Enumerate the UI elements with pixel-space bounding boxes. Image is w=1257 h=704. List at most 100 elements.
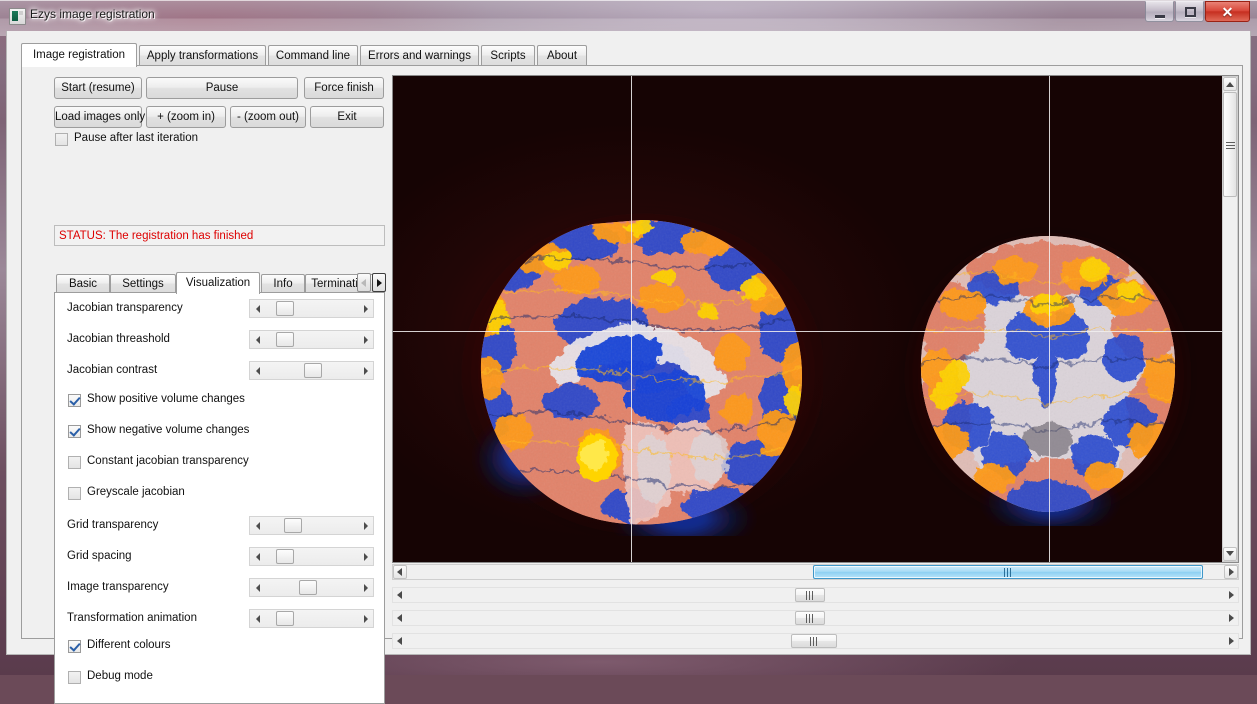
- force-finish-button[interactable]: Force finish: [304, 77, 384, 99]
- scroll-left-button-2[interactable]: [393, 588, 407, 602]
- triangle-left-icon: [397, 637, 402, 645]
- scroll-right-button-2[interactable]: [1224, 588, 1238, 602]
- slider-jacobian-contrast[interactable]: [249, 361, 374, 380]
- scroll-left-button-1[interactable]: [393, 565, 407, 579]
- main-tab-apply-transformations[interactable]: Apply transformations: [139, 45, 266, 66]
- scroll-right-button-3[interactable]: [1224, 611, 1238, 625]
- checkbox-label: Constant jacobian transparency: [87, 455, 249, 467]
- minimize-button[interactable]: [1145, 1, 1174, 22]
- scroll-right-button-1[interactable]: [1224, 565, 1238, 579]
- settings-tab-settings[interactable]: Settings: [110, 274, 176, 293]
- slider-thumb[interactable]: [276, 332, 294, 347]
- slider-label: Image transparency: [67, 581, 169, 593]
- main-tab-command-line[interactable]: Command line: [268, 45, 358, 66]
- triangle-up-icon: [1226, 82, 1234, 87]
- chevron-left-icon: [361, 279, 366, 287]
- slider-increment-button[interactable]: [358, 300, 373, 317]
- zoom-out-button[interactable]: - (zoom out): [230, 106, 306, 128]
- title-bar[interactable]: Ezys image registration ✕: [0, 0, 1257, 31]
- vertical-scroll-thumb[interactable]: [1223, 92, 1237, 197]
- slider-increment-button[interactable]: [358, 548, 373, 565]
- scroll-up-button[interactable]: [1223, 77, 1237, 91]
- horizontal-scrollbar-4[interactable]: [392, 633, 1239, 649]
- main-tab-about[interactable]: About: [537, 45, 587, 66]
- slider-label: Jacobian transparency: [67, 302, 183, 314]
- slider-decrement-button[interactable]: [250, 300, 265, 317]
- settings-tab-basic[interactable]: Basic: [56, 274, 110, 293]
- slider-increment-button[interactable]: [358, 517, 373, 534]
- triangle-down-icon: [1226, 551, 1234, 556]
- slider-thumb[interactable]: [276, 611, 294, 626]
- slider-thumb[interactable]: [276, 301, 294, 316]
- scroll-left-button-3[interactable]: [393, 611, 407, 625]
- slider-decrement-button[interactable]: [250, 610, 265, 627]
- checkbox-box: [68, 425, 81, 438]
- checkbox-label: Greyscale jacobian: [87, 486, 185, 498]
- main-tab-image-registration[interactable]: Image registration: [21, 43, 137, 67]
- triangle-right-icon: [364, 336, 368, 344]
- slider-jacobian-threashold[interactable]: [249, 330, 374, 349]
- slider-grid-spacing[interactable]: [249, 547, 374, 566]
- settings-tab-visualization[interactable]: Visualization: [176, 272, 260, 294]
- viewport-vertical-scrollbar[interactable]: [1222, 76, 1238, 562]
- horizontal-scrollbar-1[interactable]: [392, 564, 1239, 580]
- load-images-only-button[interactable]: Load images only: [54, 106, 142, 128]
- slider-row-jacobian-transparency: Jacobian transparency: [55, 299, 386, 319]
- settings-tab-info[interactable]: Info: [261, 274, 305, 293]
- slider-label: Grid spacing: [67, 550, 132, 562]
- chevron-right-icon: [377, 279, 382, 287]
- slider-decrement-button[interactable]: [250, 548, 265, 565]
- image-viewport[interactable]: [392, 75, 1239, 563]
- triangle-left-icon: [256, 305, 260, 313]
- slider-decrement-button[interactable]: [250, 331, 265, 348]
- main-tab-strip: Image registrationApply transformationsC…: [21, 43, 1243, 66]
- horizontal-scroll-thumb-3[interactable]: [795, 611, 825, 625]
- zoom-in-button[interactable]: + (zoom in): [146, 106, 226, 128]
- triangle-right-icon: [364, 615, 368, 623]
- slider-transformation-animation[interactable]: [249, 609, 374, 628]
- scroll-left-button-4[interactable]: [393, 634, 407, 648]
- horizontal-scroll-thumb-1[interactable]: [813, 565, 1203, 579]
- tab-scroll-left-button[interactable]: [357, 273, 371, 292]
- slider-increment-button[interactable]: [358, 579, 373, 596]
- scroll-right-button-4[interactable]: [1224, 634, 1238, 648]
- checkbox-box: [68, 671, 81, 684]
- checkbox-box: [68, 394, 81, 407]
- main-tab-errors-and-warnings[interactable]: Errors and warnings: [360, 45, 479, 66]
- grip-icon: [1004, 568, 1012, 577]
- horizontal-scroll-thumb-2[interactable]: [795, 588, 825, 602]
- slider-decrement-button[interactable]: [250, 517, 265, 534]
- exit-button[interactable]: Exit: [310, 106, 384, 128]
- slider-thumb[interactable]: [304, 363, 322, 378]
- slider-thumb[interactable]: [276, 549, 294, 564]
- horizontal-scrollbar-3[interactable]: [392, 610, 1239, 626]
- maximize-icon: [1185, 7, 1196, 17]
- triangle-right-icon: [1229, 568, 1234, 576]
- main-tab-scripts[interactable]: Scripts: [481, 45, 535, 66]
- checkbox-label: Different colours: [87, 639, 171, 651]
- triangle-left-icon: [256, 553, 260, 561]
- close-button[interactable]: ✕: [1205, 1, 1250, 22]
- triangle-left-icon: [397, 614, 402, 622]
- slider-increment-button[interactable]: [358, 362, 373, 379]
- triangle-right-icon: [364, 522, 368, 530]
- start-resume-button[interactable]: Start (resume): [54, 77, 142, 99]
- slider-jacobian-transparency[interactable]: [249, 299, 374, 318]
- slider-increment-button[interactable]: [358, 610, 373, 627]
- pause-button[interactable]: Pause: [146, 77, 298, 99]
- coronal-brain-slice: [898, 226, 1198, 526]
- horizontal-scrollbar-2[interactable]: [392, 587, 1239, 603]
- maximize-button[interactable]: [1175, 1, 1204, 22]
- brain-image-canvas[interactable]: [393, 76, 1222, 562]
- slider-decrement-button[interactable]: [250, 362, 265, 379]
- scroll-down-button[interactable]: [1223, 547, 1237, 561]
- slider-image-transparency[interactable]: [249, 578, 374, 597]
- horizontal-scroll-thumb-4[interactable]: [791, 634, 837, 648]
- slider-thumb[interactable]: [299, 580, 317, 595]
- settings-tab-strip: BasicSettingsVisualizationInfoTerminatio…: [54, 272, 385, 293]
- slider-increment-button[interactable]: [358, 331, 373, 348]
- app-icon: [9, 8, 26, 25]
- slider-thumb[interactable]: [284, 518, 302, 533]
- slider-grid-transparency[interactable]: [249, 516, 374, 535]
- slider-decrement-button[interactable]: [250, 579, 265, 596]
